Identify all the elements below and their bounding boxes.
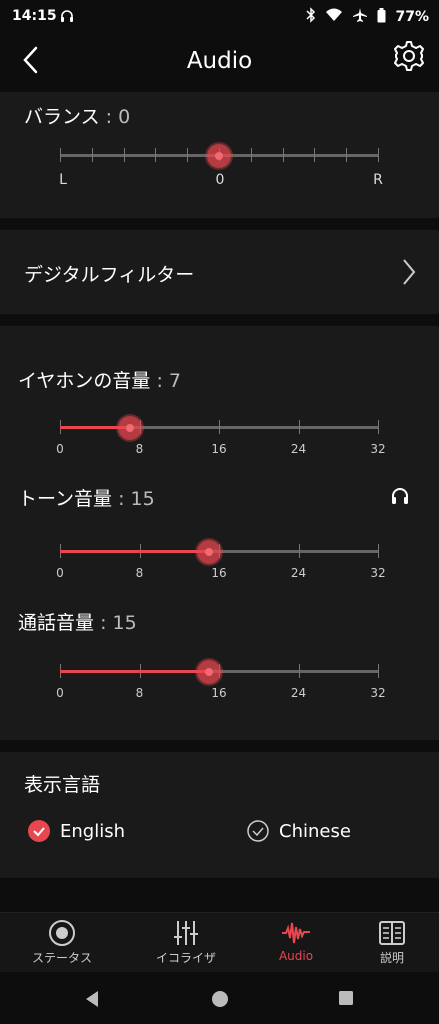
manual-icon [342, 917, 439, 949]
language-option-label: Chinese [279, 820, 351, 842]
earphone-volume-slider[interactable]: 0 8 16 24 32 [56, 406, 386, 456]
balance-label-text: バランス [24, 106, 100, 128]
call-volume-label: 通話音量 : 15 [18, 608, 137, 635]
slider-knob[interactable] [197, 660, 222, 684]
audio-wave-icon [246, 917, 346, 949]
slider-tick-label: 24 [290, 686, 307, 700]
slider-tick-label: 32 [370, 442, 386, 456]
call-volume-label-text: 通話音量 [18, 612, 95, 634]
slider-tick [378, 544, 379, 558]
slider-tick [314, 148, 316, 162]
chevron-right-icon [401, 258, 417, 290]
slider-tick-label: 8 [135, 686, 144, 700]
slider-tick [346, 148, 348, 162]
slider-tick-label: 24 [290, 442, 307, 456]
wifi-icon [325, 8, 343, 26]
slider-tick-label: 0 [56, 566, 64, 580]
balance-left-label: L [59, 172, 67, 188]
language-title: 表示言語 [24, 774, 101, 796]
app-header: Audio [0, 34, 439, 92]
gear-icon[interactable] [391, 38, 427, 78]
earphone-volume-value: : 7 [156, 370, 182, 392]
call-volume-value: : 15 [100, 612, 137, 634]
nav-label: Audio [278, 949, 314, 963]
slider-fill [60, 550, 210, 553]
slider-tick [378, 664, 379, 678]
slider-tick-label: 16 [211, 686, 227, 700]
slider-tick-label: 0 [56, 442, 64, 456]
earphone-volume-label: イヤホンの音量 : 7 [18, 366, 181, 393]
status-bar: 14:15 77% [0, 0, 439, 34]
unchecked-circle-icon [247, 820, 269, 842]
balance-right-label: R [373, 172, 383, 188]
page-title: Audio [186, 48, 253, 74]
slider-tick-label: 16 [211, 442, 227, 456]
language-option-english[interactable]: English [28, 820, 125, 842]
slider-knob[interactable] [207, 144, 231, 168]
home-circle-icon[interactable] [211, 990, 229, 1012]
battery-icon [377, 7, 386, 27]
balance-center-label: 0 [215, 172, 225, 188]
language-option-label: English [60, 820, 125, 842]
tone-volume-label: トーン音量 : 15 [18, 484, 155, 511]
slider-tick [187, 148, 189, 162]
status-icon [12, 917, 112, 949]
slider-tick-label: 8 [135, 442, 144, 456]
nav-item-status[interactable]: ステータス [12, 917, 112, 966]
slider-tick [123, 148, 125, 162]
language-section: 表示言語 English Chinese [0, 752, 439, 878]
battery-percent: 77% [395, 9, 429, 25]
slider-tick-label: 0 [56, 686, 64, 700]
slider-tick [91, 148, 93, 162]
slider-tick [298, 544, 300, 558]
slider-tick-label: 16 [211, 566, 227, 580]
headphone-status-icon [60, 8, 74, 27]
slider-knob[interactable] [117, 416, 142, 440]
slider-knob[interactable] [197, 540, 222, 564]
digital-filter-row[interactable]: デジタルフィルター [0, 230, 439, 314]
slider-fill [60, 670, 210, 673]
slider-tick [298, 664, 300, 678]
nav-label: 説明 [379, 951, 404, 965]
slider-tick [298, 420, 300, 434]
checked-circle-icon [28, 820, 50, 842]
bluetooth-icon [306, 7, 316, 27]
tone-volume-label-text: トーン音量 [18, 488, 113, 510]
equalizer-icon [136, 917, 236, 949]
nav-label: ステータス [31, 951, 92, 965]
nav-item-equalizer[interactable]: イコライザ [136, 917, 236, 966]
digital-filter-label: デジタルフィルター [24, 264, 195, 286]
balance-slider[interactable] [60, 134, 379, 174]
slider-tick-label: 32 [370, 686, 386, 700]
bottom-nav: ステータス イコライザ Audio 説明 [0, 912, 439, 973]
slider-tick [378, 148, 379, 162]
slider-tick-label: 32 [370, 566, 386, 580]
slider-tick [250, 148, 252, 162]
volume-section: イヤホンの音量 : 7 0 8 16 24 32 トーン音量 : 15 0 8 16 24 32… [0, 326, 439, 740]
airplane-icon [352, 7, 368, 27]
earphone-volume-label-text: イヤホンの音量 [18, 370, 151, 392]
nav-label: イコライザ [155, 951, 216, 965]
language-option-chinese[interactable]: Chinese [247, 820, 351, 842]
slider-tick [60, 148, 61, 162]
tone-volume-value: : 15 [118, 488, 155, 510]
slider-tick-label: 24 [290, 566, 307, 580]
headphone-icon[interactable] [390, 486, 410, 510]
nav-item-manual[interactable]: 説明 [342, 917, 439, 966]
call-volume-slider[interactable]: 0 8 16 24 32 [56, 650, 386, 700]
slider-tick [282, 148, 284, 162]
recents-square-icon[interactable] [338, 990, 354, 1010]
nav-item-audio[interactable]: Audio [246, 917, 346, 963]
slider-tick [219, 420, 220, 434]
back-triangle-icon[interactable] [84, 990, 100, 1012]
balance-value: : 0 [105, 106, 131, 128]
slider-tick [378, 420, 379, 434]
tone-volume-slider[interactable]: 0 8 16 24 32 [56, 530, 386, 580]
clock: 14:15 [12, 8, 57, 24]
slider-tick [155, 148, 157, 162]
slider-tick-label: 8 [135, 566, 144, 580]
system-nav-bar [0, 972, 439, 1024]
balance-section: バランス : 0 L 0 R [0, 92, 439, 218]
balance-label: バランス : 0 [24, 102, 130, 129]
